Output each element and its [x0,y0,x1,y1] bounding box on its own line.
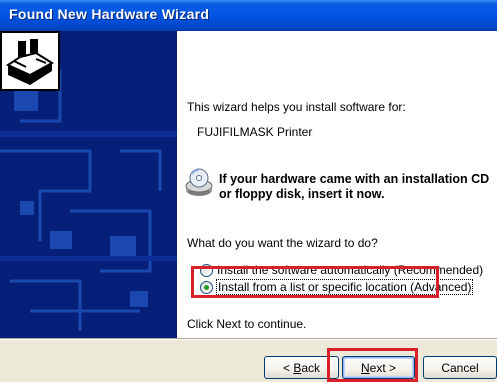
cd-instruction-line1: If your hardware came with an installati… [219,172,490,186]
cd-instruction: If your hardware came with an installati… [219,172,489,202]
intro-text: This wizard helps you install software f… [187,100,406,114]
next-hint: Click Next to continue. [187,317,307,331]
cancel-button[interactable]: Cancel [423,356,497,379]
cd-instruction-line2: or floppy disk, insert it now. [219,187,385,201]
annotation-highlight-next [327,348,418,382]
back-button-label: < Back [282,360,321,375]
wizard-question: What do you want the wizard to do? [187,236,378,250]
wizard-sidebar-banner [0,31,177,339]
device-name: FUJIFILMASK Printer [197,125,313,139]
annotation-highlight-option [191,266,439,298]
window-title: Found New Hardware Wizard [9,6,210,22]
wizard-window: Found New Hardware Wizard This wizard he… [0,0,497,382]
cd-disk-icon [185,168,213,196]
title-bar[interactable]: Found New Hardware Wizard [0,0,497,31]
cancel-button-label: Cancel [441,360,479,375]
hardware-card-icon [0,31,60,91]
